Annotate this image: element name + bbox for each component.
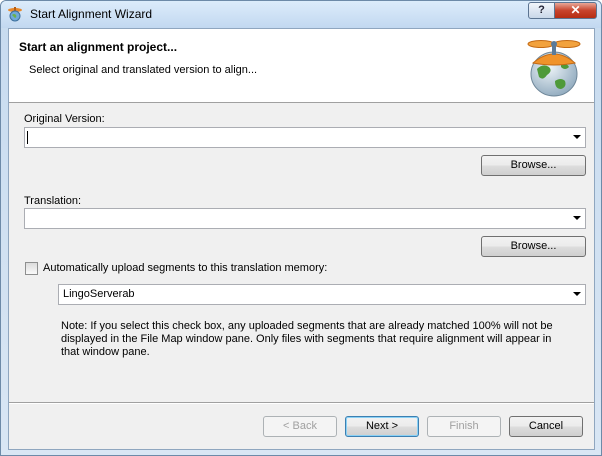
- translation-label: Translation:: [24, 195, 82, 207]
- original-version-combo[interactable]: [24, 127, 586, 148]
- translation-combo[interactable]: [24, 208, 586, 229]
- wizard-body: Start an alignment project... Select ori…: [8, 28, 595, 450]
- translation-memory-value: LingoServerab: [63, 288, 135, 300]
- finish-button[interactable]: Finish: [427, 416, 501, 437]
- title-bar[interactable]: Start Alignment Wizard ? ✕: [1, 1, 601, 28]
- translation-browse-button[interactable]: Browse...: [481, 236, 586, 257]
- upload-note: Note: If you select this check box, any …: [61, 320, 553, 358]
- help-button[interactable]: ?: [528, 2, 555, 19]
- app-icon: [8, 7, 22, 22]
- upload-checkbox-label[interactable]: Automatically upload segments to this tr…: [43, 262, 327, 274]
- upload-checkbox[interactable]: [25, 262, 38, 275]
- translation-memory-select[interactable]: LingoServerab: [58, 284, 586, 305]
- dropdown-arrow-icon[interactable]: [573, 216, 581, 220]
- next-button[interactable]: Next >: [345, 416, 419, 437]
- back-button[interactable]: < Back: [263, 416, 337, 437]
- dropdown-arrow-icon[interactable]: [573, 292, 581, 296]
- dropdown-arrow-icon[interactable]: [573, 135, 581, 139]
- wizard-window: Start Alignment Wizard ? ✕ Start an alig…: [0, 0, 602, 456]
- wizard-header: Start an alignment project... Select ori…: [9, 29, 594, 103]
- text-caret: [27, 131, 28, 144]
- page-title: Start an alignment project...: [19, 40, 178, 54]
- cancel-button[interactable]: Cancel: [509, 416, 583, 437]
- close-button[interactable]: ✕: [554, 2, 597, 19]
- window-title: Start Alignment Wizard: [30, 7, 153, 21]
- globe-propeller-logo-icon: [527, 40, 581, 97]
- original-version-label: Original Version:: [24, 113, 105, 125]
- page-subtitle: Select original and translated version t…: [29, 64, 258, 76]
- footer-separator: [9, 402, 594, 404]
- original-browse-button[interactable]: Browse...: [481, 155, 586, 176]
